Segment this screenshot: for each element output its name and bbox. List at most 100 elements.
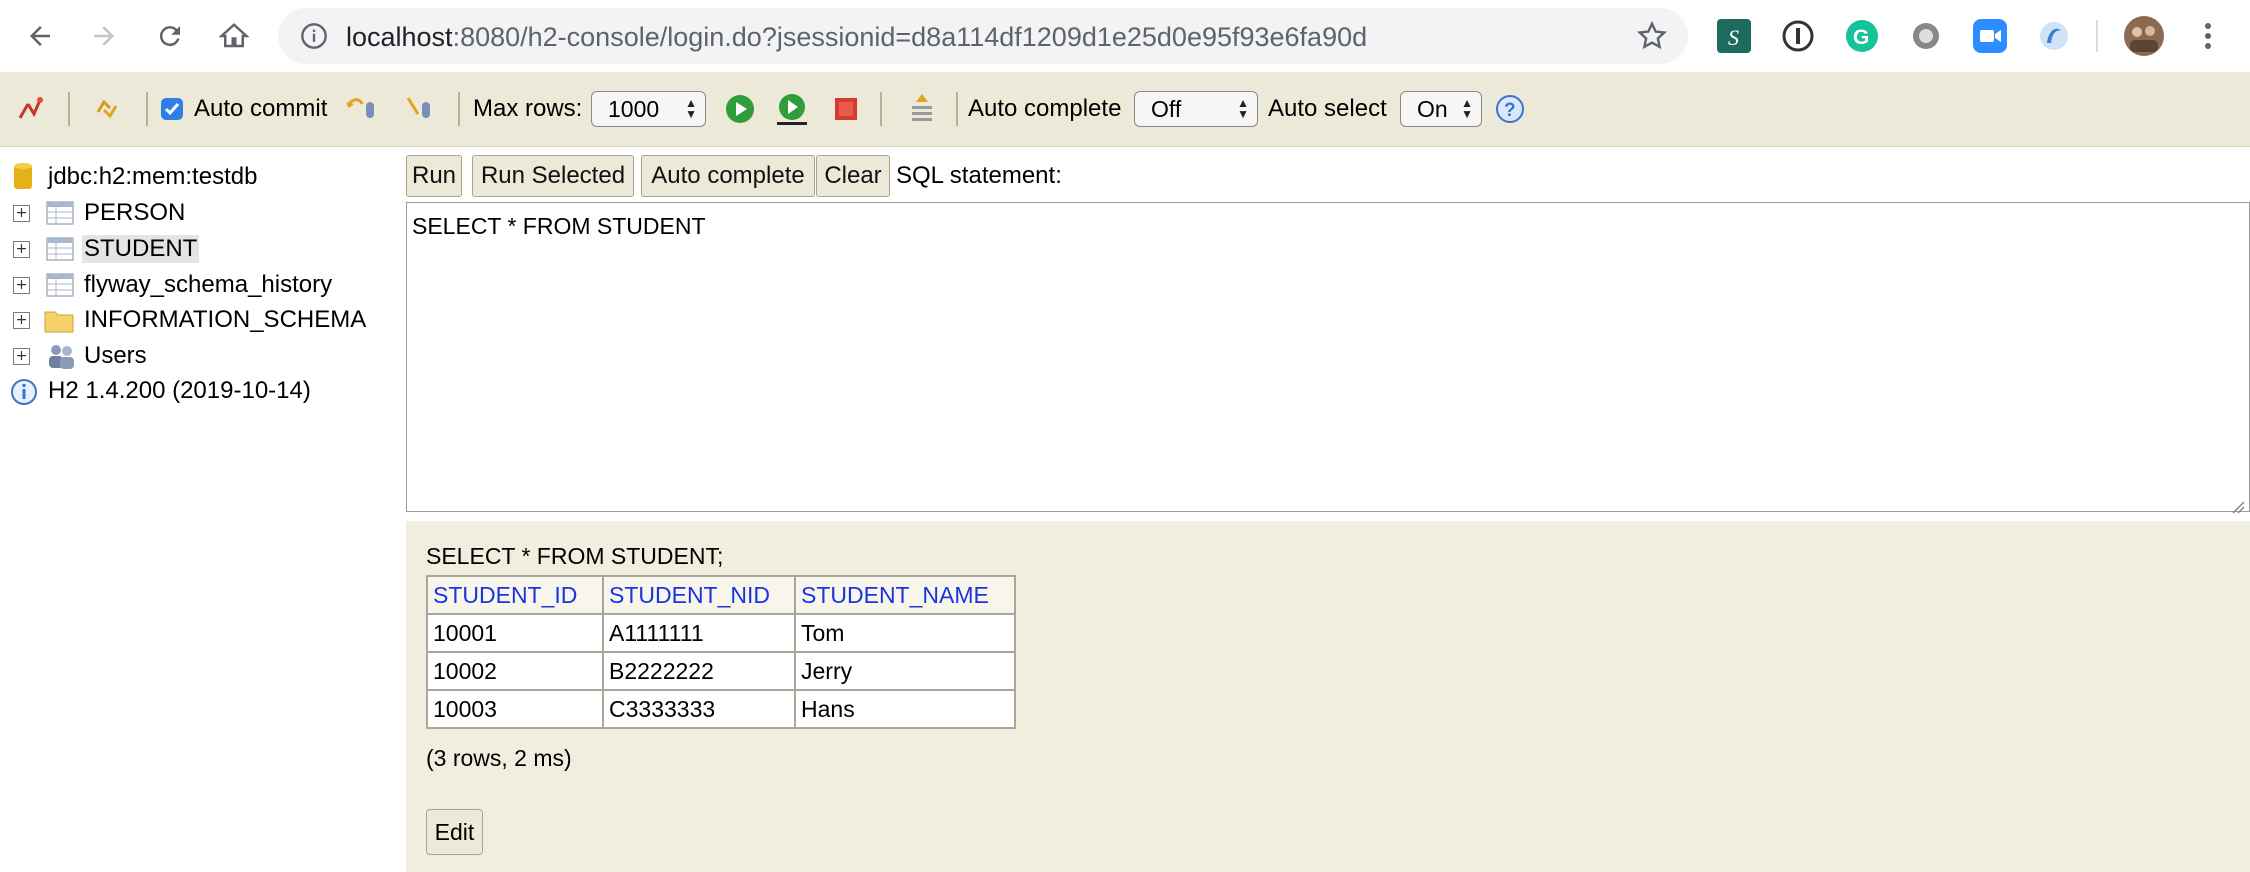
auto-complete-select[interactable]: Off ▲ ▼ [1134,91,1258,127]
h2-toolbar: Auto commit Max rows: 1000 ▲ ▼ Auto compl… [0,72,2250,147]
resize-handle-icon[interactable] [2231,493,2245,514]
tree-item-label: PERSON [84,199,186,226]
table-row: 10002 B2222222 Jerry [426,651,1016,691]
table-cell: 10003 [426,689,604,729]
disconnect-icon[interactable] [14,72,48,146]
help-icon[interactable]: ? [1494,72,1526,146]
run-icon[interactable] [724,72,756,146]
sql-editor-panel: Run Run Selected Auto complete Clear SQL… [406,147,2250,519]
sql-statement-input[interactable]: SELECT * FROM STUDENT [406,202,2250,514]
url-host: localhost [346,22,453,52]
table-cell: 10002 [426,651,604,691]
commit-icon[interactable] [404,72,438,146]
extension-swirl-icon[interactable] [2034,16,2074,56]
forward-icon[interactable] [80,12,128,60]
toolbar-separator [146,92,148,126]
profile-avatar[interactable] [2124,16,2164,56]
table-cell: B2222222 [602,651,796,691]
auto-commit-label: Auto commit [194,95,328,122]
result-table: STUDENT_ID STUDENT_NID STUDENT_NAME 1000… [426,575,1016,729]
run-selected-button[interactable]: Run Selected [472,155,634,197]
toolbar-separator [880,92,882,126]
sql-statement-text: SELECT * FROM STUDENT [412,213,706,239]
expand-icon[interactable]: + [13,348,30,365]
auto-select-label: Auto select [1268,95,1387,122]
toolbar-separator [458,92,460,126]
column-header[interactable]: STUDENT_NAME [794,575,1016,615]
column-header[interactable]: STUDENT_NID [602,575,796,615]
tree-item-label: INFORMATION_SCHEMA [84,306,367,333]
select-arrows-icon: ▲ ▼ [1461,96,1473,121]
table-header-row: STUDENT_ID STUDENT_NID STUDENT_NAME [426,575,1016,615]
tree-item-label: Users [84,342,147,369]
table-icon [46,237,74,268]
extension-circle-icon[interactable] [1906,16,1946,56]
auto-complete-value: Off [1151,95,1182,122]
extension-grammarly-icon[interactable]: G [1842,16,1882,56]
tree-item-label: STUDENT [82,235,200,263]
chrome-menu-icon[interactable] [2188,16,2228,56]
max-rows-select[interactable]: 1000 ▲ ▼ [591,91,706,127]
reload-icon[interactable] [146,12,194,60]
rollback-icon[interactable] [344,72,380,146]
table-icon [46,201,74,232]
table-cell: Jerry [794,651,1016,691]
expand-icon[interactable]: + [13,312,30,329]
table-cell: A1111111 [602,613,796,653]
column-header[interactable]: STUDENT_ID [426,575,604,615]
extension-zoom-icon[interactable] [1970,16,2010,56]
stop-icon[interactable] [832,72,860,146]
table-cell: C3333333 [602,689,796,729]
table-cell: Tom [794,613,1016,653]
toolbar-separator [68,92,70,126]
extension-s-icon[interactable]: S [1714,16,1754,56]
run-button[interactable]: Run [406,155,462,197]
select-arrows-icon: ▲ ▼ [685,96,697,121]
row-count: (3 rows, 2 ms) [426,745,572,771]
auto-select-select[interactable]: On ▲ ▼ [1400,91,1482,127]
toolbar-separator [956,92,958,126]
extension-1password-icon[interactable] [1778,16,1818,56]
auto-select-value: On [1417,95,1448,122]
max-rows-value: 1000 [608,95,660,122]
browser-bar: localhost:8080/h2-console/login.do?jsess… [0,0,2250,72]
svg-text:?: ? [1504,100,1516,121]
info-icon[interactable] [300,22,328,55]
run-selected-icon[interactable] [774,72,810,146]
connection-label: jdbc:h2:mem:testdb [48,163,258,190]
info-icon [10,378,38,413]
table-cell: 10001 [426,613,604,653]
auto-complete-button[interactable]: Auto complete [641,155,815,197]
folder-icon [44,307,74,340]
expand-icon[interactable]: + [13,205,30,222]
address-bar[interactable]: localhost:8080/h2-console/login.do?jsess… [278,8,1688,64]
table-icon [46,273,74,304]
results-panel: SELECT * FROM STUDENT; STUDENT_ID STUDEN… [406,521,2250,872]
select-arrows-icon: ▲ ▼ [1237,96,1249,121]
url-path: :8080/h2-console/login.do?jsessionid=d8a… [452,22,1368,52]
tree-item-label: flyway_schema_history [84,271,333,298]
bookmark-star-icon[interactable] [1636,20,1668,57]
svg-text:G: G [1853,26,1869,49]
edit-button[interactable]: Edit [426,809,483,855]
users-icon [46,342,76,377]
table-cell: Hans [794,689,1016,729]
history-icon[interactable] [906,72,938,146]
auto-commit-checkbox[interactable] [160,72,184,146]
table-row: 10003 C3333333 Hans [426,689,1016,729]
max-rows-label: Max rows: [473,95,583,122]
refresh-icon[interactable] [90,72,124,146]
toolbar-divider [2096,20,2098,52]
back-icon[interactable] [16,12,64,60]
result-statement: SELECT * FROM STUDENT; [426,543,724,569]
clear-button[interactable]: Clear [816,155,890,197]
expand-icon[interactable]: + [13,241,30,258]
sql-statement-label: SQL statement: [896,162,1062,189]
home-icon[interactable] [210,12,258,60]
auto-complete-label: Auto complete [968,95,1122,122]
database-icon [12,161,34,200]
table-row: 10001 A1111111 Tom [426,613,1016,653]
expand-icon[interactable]: + [13,277,30,294]
database-tree: jdbc:h2:mem:testdb + PERSON + STUDENT + … [0,147,405,872]
svg-text:S: S [1728,25,1739,50]
